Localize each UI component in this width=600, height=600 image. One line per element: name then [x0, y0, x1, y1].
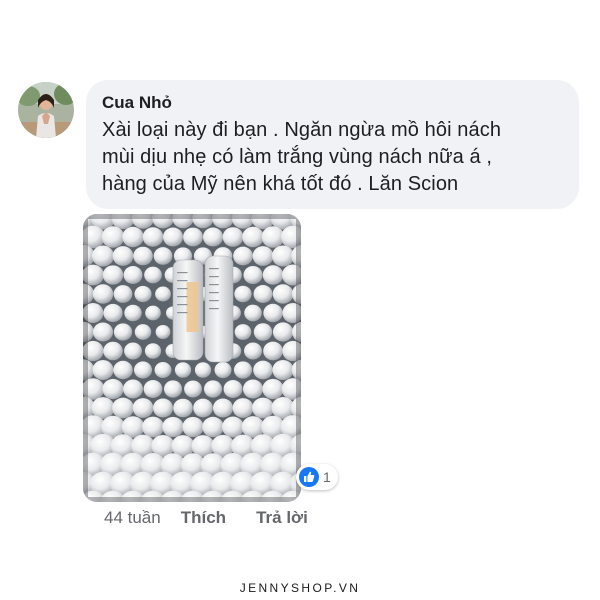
- reply-button[interactable]: Trả lời: [256, 508, 308, 528]
- comment-bubble: Cua Nhỏ Xài loại này đi bạn . Ngăn ngừa …: [86, 80, 579, 209]
- comment-author[interactable]: Cua Nhỏ: [102, 92, 563, 114]
- avatar-image: [18, 82, 74, 138]
- deodorant-bottles-photo: [83, 214, 301, 502]
- avatar[interactable]: [18, 82, 74, 138]
- comment-text: Xài loại này đi bạn . Ngăn ngừa mồ hôi n…: [102, 119, 502, 195]
- reaction-count: 1: [323, 469, 331, 485]
- like-button[interactable]: Thích: [181, 508, 226, 528]
- reaction-badge[interactable]: 1: [296, 464, 338, 490]
- comment-actions: 44 tuần Thích Trả lời: [104, 508, 338, 528]
- comment-photo[interactable]: [83, 214, 301, 502]
- brand-watermark: JENNYSHOP.VN: [239, 581, 361, 595]
- like-icon: [299, 467, 319, 487]
- comment-timestamp[interactable]: 44 tuần: [104, 508, 161, 528]
